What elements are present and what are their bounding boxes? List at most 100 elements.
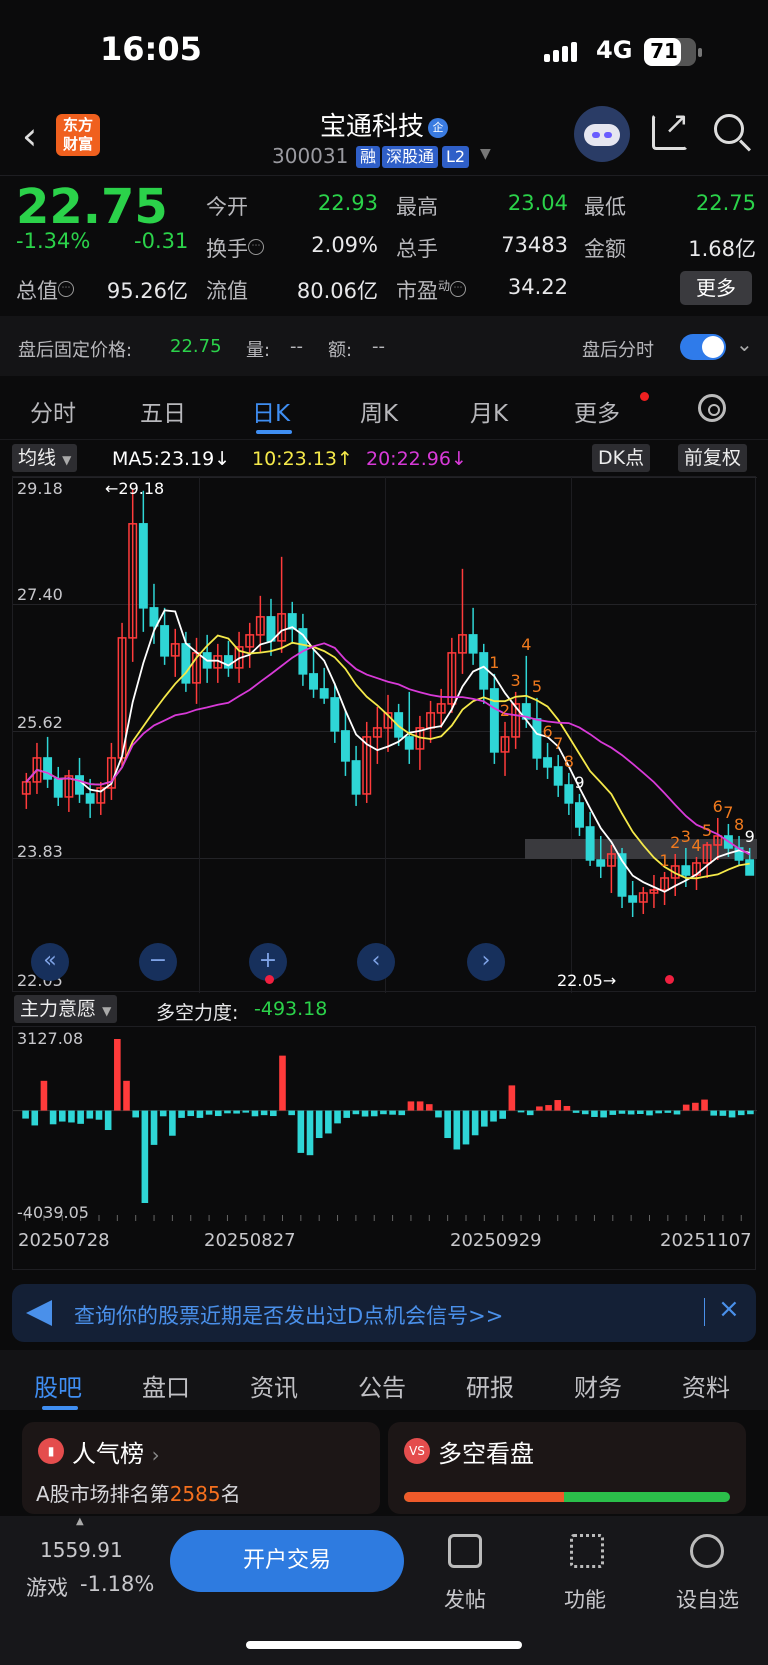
change-percent: -1.34% xyxy=(16,229,91,253)
more-button[interactable]: 更多 xyxy=(680,271,752,305)
adjust-button[interactable]: 前复权 xyxy=(678,444,748,472)
tab-daily-k[interactable]: 日K xyxy=(252,394,290,428)
index-name[interactable]: 游戏 xyxy=(26,1572,68,1602)
td-count-label: 9 xyxy=(745,827,755,846)
force-bar-negative xyxy=(315,1110,323,1139)
megaphone-icon xyxy=(26,1300,52,1326)
amount-value: 1.68亿 xyxy=(688,237,756,261)
tab-research[interactable]: 研报 xyxy=(466,1368,514,1403)
after-hours-toggle[interactable] xyxy=(680,334,726,360)
popularity-card[interactable]: ▮ 人气榜 › A股市场排名第2585名 xyxy=(22,1422,380,1514)
y-axis-label: 27.40 xyxy=(17,585,63,604)
quote-panel: 22.75 -1.34% -0.31 今开 22.93 最高 23.04 最低 … xyxy=(0,177,768,313)
y-axis-label: 25.62 xyxy=(17,713,63,732)
period-tabs: 分时 五日 日K 周K 月K 更多 xyxy=(0,380,768,440)
prev-icon[interactable]: ‹ xyxy=(357,943,395,981)
float-cap-value: 80.06亿 xyxy=(296,279,378,303)
ma10-label: 10:23.13↑ xyxy=(252,448,353,470)
date-label: 20250929 xyxy=(450,1230,542,1251)
open-value: 22.93 xyxy=(317,191,378,215)
bull-bear-bar xyxy=(404,1492,730,1502)
share-arrow-icon[interactable]: ↗ xyxy=(664,106,689,141)
assistant-avatar[interactable] xyxy=(574,106,630,162)
tab-five-day[interactable]: 五日 xyxy=(140,394,186,428)
banner-text[interactable]: 查询你的股票近期是否发出过D点机会信号>> xyxy=(74,1300,503,1330)
add-watchlist-label[interactable]: 设自选 xyxy=(676,1584,739,1614)
force-bar-positive xyxy=(536,1106,543,1111)
open-account-button[interactable]: 开户交易 xyxy=(170,1530,404,1592)
main-force-chart[interactable]: 3127.08 -4039.05 xyxy=(12,1026,757,1270)
tab-financials[interactable]: 财务 xyxy=(574,1368,622,1403)
after-hours-vol-label: 量: xyxy=(246,340,271,361)
force-bar-positive xyxy=(545,1105,552,1111)
td-count-label: 9 xyxy=(574,773,584,792)
force-bar-negative xyxy=(352,1110,360,1115)
turnover-value: 2.09% xyxy=(311,233,378,257)
force-bar-positive xyxy=(123,1080,130,1111)
tags-dropdown-icon[interactable]: ▼ xyxy=(480,146,491,162)
connect-tag: 深股通 xyxy=(382,146,439,168)
force-bar-negative xyxy=(435,1110,442,1118)
tab-weekly-k[interactable]: 周K xyxy=(360,394,398,428)
force-bar-negative xyxy=(490,1110,497,1122)
bull-bear-card[interactable]: VS 多空看盘 xyxy=(388,1422,746,1514)
next-icon[interactable]: › xyxy=(467,943,505,981)
force-bar-negative xyxy=(233,1110,240,1114)
candle-down xyxy=(468,634,478,654)
force-bar-negative xyxy=(31,1110,39,1126)
indicator-select[interactable]: 均线 ▼ xyxy=(12,444,78,472)
post-icon[interactable] xyxy=(448,1534,482,1568)
force-bar-negative xyxy=(444,1110,451,1139)
add-watchlist-icon[interactable] xyxy=(690,1534,724,1568)
force-bar-negative xyxy=(361,1110,369,1117)
chevron-down-icon[interactable]: ⌄ xyxy=(736,332,753,356)
lower-indicator-select[interactable]: 主力意愿 ▼ xyxy=(14,995,118,1023)
turnover-label: 换手 ⋯ xyxy=(206,233,264,263)
kline-chart[interactable]: 123456789123456789 29.18 27.40 25.62 23.… xyxy=(12,476,757,993)
close-icon[interactable]: × xyxy=(718,1294,740,1324)
gear-icon[interactable] xyxy=(698,394,726,422)
candle-down xyxy=(53,778,63,798)
td-count-label: 7 xyxy=(723,803,733,822)
tab-news[interactable]: 资讯 xyxy=(250,1368,298,1403)
force-bar-negative xyxy=(77,1110,84,1124)
tab-more[interactable]: 更多 xyxy=(574,394,620,428)
zoom-out-icon[interactable]: − xyxy=(139,943,177,981)
candle-down xyxy=(330,697,340,732)
force-bar-negative xyxy=(49,1110,57,1125)
high-label: 最高 xyxy=(396,195,438,219)
tab-announcements[interactable]: 公告 xyxy=(358,1368,406,1403)
tab-order-book[interactable]: 盘口 xyxy=(142,1368,190,1403)
volume-value: 73483 xyxy=(501,233,568,257)
tab-monthly-k[interactable]: 月K xyxy=(470,394,508,428)
last-price: 22.75 xyxy=(16,179,168,235)
force-bar-negative xyxy=(526,1110,534,1116)
status-bar: 16:05 4G 71 xyxy=(0,0,768,100)
force-bar-negative xyxy=(86,1110,94,1119)
candle-down xyxy=(149,607,159,627)
candle-down xyxy=(745,859,755,876)
rewind-icon[interactable]: « xyxy=(31,943,69,981)
dk-point-button[interactable]: DK点 xyxy=(592,444,651,472)
functions-label[interactable]: 功能 xyxy=(564,1584,606,1614)
td-count-label: 1 xyxy=(489,653,499,672)
candle-down xyxy=(681,865,691,876)
bull-portion xyxy=(404,1492,564,1502)
candle-down xyxy=(43,757,53,780)
post-label[interactable]: 发帖 xyxy=(444,1584,486,1614)
clock: 16:05 xyxy=(100,30,202,68)
bottom-bar: ▲ 1559.91 游戏 -1.18% 开户交易 发帖 功能 设自选 xyxy=(0,1516,768,1665)
candle-down xyxy=(309,673,319,690)
td-count-label: 6 xyxy=(713,797,723,816)
force-bar-negative xyxy=(104,1110,112,1131)
dk-signal-banner[interactable]: 查询你的股票近期是否发出过D点机会信号>> × xyxy=(12,1284,756,1342)
tab-forum[interactable]: 股吧 xyxy=(34,1368,82,1403)
functions-icon[interactable] xyxy=(570,1534,604,1568)
y-axis-label: -4039.05 xyxy=(17,1203,89,1222)
candle-down xyxy=(340,730,350,762)
active-tab-indicator xyxy=(256,430,292,434)
td-count-label: 5 xyxy=(702,821,712,840)
tab-intraday[interactable]: 分时 xyxy=(30,394,76,428)
date-label: 20250728 xyxy=(18,1230,110,1251)
tab-profile[interactable]: 资料 xyxy=(682,1368,730,1403)
